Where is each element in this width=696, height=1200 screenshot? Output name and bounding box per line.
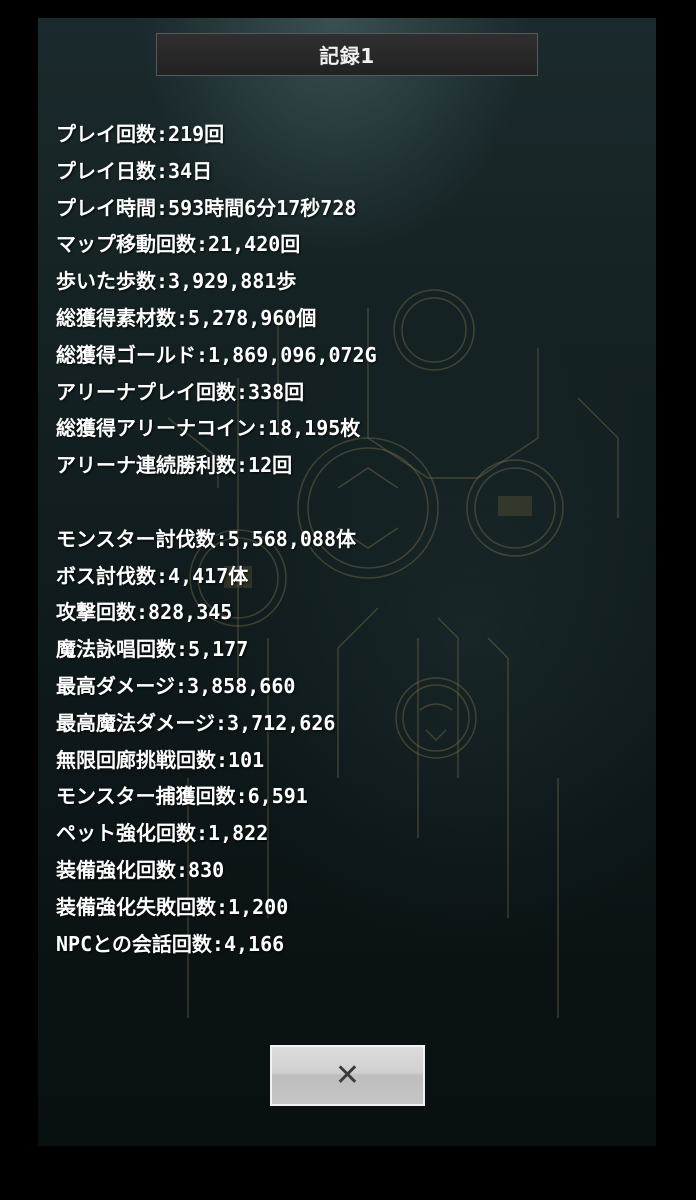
stat-max-magic-damage: 最高魔法ダメージ:3,712,626 <box>56 710 336 735</box>
stat-arena-streak: アリーナ連続勝利数:12回 <box>56 453 293 478</box>
stat-boss-kills: ボス討伐数:4,417体 <box>56 563 249 588</box>
dialog-title: 記録1 <box>319 44 375 68</box>
stat-play-time: プレイ時間:593時間6分17秒728 <box>56 195 357 220</box>
stat-arena-plays: アリーナプレイ回数:338回 <box>56 379 305 404</box>
close-icon: ✕ <box>334 1057 361 1093</box>
stat-arena-coins: 総獲得アリーナコイン:18,195枚 <box>56 416 361 441</box>
stats-list: プレイ回数:219回 プレイ日数:34日 プレイ時間:593時間6分17秒728… <box>56 116 646 962</box>
stat-max-damage: 最高ダメージ:3,858,660 <box>56 673 296 698</box>
stat-equip-upgrades: 装備強化回数:830 <box>56 857 225 882</box>
screen: 記録1 プレイ回数:219回 プレイ日数:34日 プレイ時間:593時間6分17… <box>0 0 696 1200</box>
stat-map-moves: マップ移動回数:21,420回 <box>56 232 301 257</box>
stat-steps: 歩いた歩数:3,929,881歩 <box>56 269 297 294</box>
stat-play-days: プレイ日数:34日 <box>56 158 213 183</box>
stat-spell-casts: 魔法詠唱回数:5,177 <box>56 637 249 662</box>
stat-corridor-attempts: 無限回廊挑戦回数:101 <box>56 747 265 772</box>
stat-gold: 総獲得ゴールド:1,869,096,072G <box>56 342 377 367</box>
stat-attacks: 攻撃回数:828,345 <box>56 600 233 625</box>
stat-monster-kills: モンスター討伐数:5,568,088体 <box>56 526 357 551</box>
stat-monster-captures: モンスター捕獲回数:6,591 <box>56 784 308 809</box>
stat-pet-upgrades: ペット強化回数:1,822 <box>56 821 269 846</box>
dialog-title-bar: 記録1 <box>156 33 538 76</box>
stat-equip-upgrade-fails: 装備強化失敗回数:1,200 <box>56 894 289 919</box>
records-dialog: 記録1 プレイ回数:219回 プレイ日数:34日 プレイ時間:593時間6分17… <box>38 18 656 1146</box>
stat-play-count: プレイ回数:219回 <box>56 122 225 146</box>
stat-materials: 総獲得素材数:5,278,960個 <box>56 305 317 330</box>
stat-npc-conversations: NPCとの会話回数:4,166 <box>56 931 285 956</box>
close-button[interactable]: ✕ <box>270 1045 425 1106</box>
